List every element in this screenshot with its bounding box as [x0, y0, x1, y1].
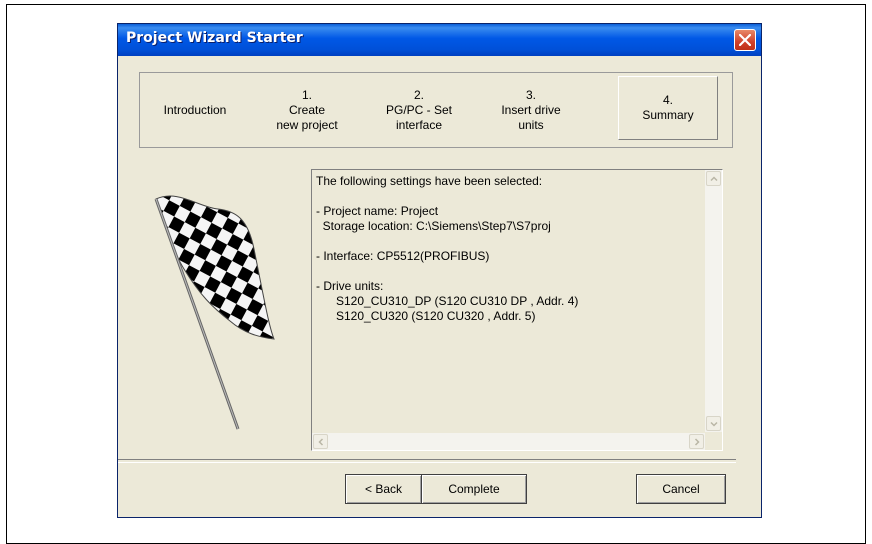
step-label: Summary — [642, 108, 694, 122]
step-label: Introduction — [163, 102, 227, 117]
drive-units-label: - Drive units: — [316, 279, 384, 293]
chevron-down-icon — [710, 421, 718, 427]
cancel-button[interactable]: Cancel — [636, 474, 726, 504]
checkered-flag-icon — [154, 195, 275, 430]
step-create-project: 1. Create new project — [252, 73, 362, 147]
scroll-down-button[interactable] — [706, 416, 721, 431]
chevron-up-icon — [710, 176, 718, 182]
project-name: - Project name: Project — [316, 204, 439, 218]
storage-location: Storage location: C:\Siemens\Step7\S7pro… — [316, 219, 551, 233]
summary-content: The following settings have been selecte… — [316, 174, 696, 324]
wizard-window: Project Wizard Starter Introduction 1. C… — [117, 23, 762, 518]
step-number: 4. — [662, 93, 673, 107]
scrollbar-corner — [705, 433, 722, 450]
step-label: PG/PC - Set interface — [385, 102, 453, 132]
scroll-right-button[interactable] — [689, 434, 704, 449]
step-number: 1. — [301, 87, 312, 102]
drive-unit-item: S120_CU310_DP (S120 CU310 DP , Addr. 4) — [336, 294, 579, 308]
step-insert-drive-units: 3. Insert drive units — [476, 73, 586, 147]
step-number: 3. — [525, 87, 536, 102]
scroll-left-button[interactable] — [313, 434, 328, 449]
interface-setting: - Interface: CP5512(PROFIBUS) — [316, 249, 490, 263]
close-icon — [739, 34, 751, 46]
chevron-right-icon — [694, 438, 700, 446]
window-title: Project Wizard Starter — [126, 30, 303, 46]
back-button[interactable]: < Back — [345, 474, 422, 504]
summary-heading: The following settings have been selecte… — [316, 174, 543, 188]
title-bar[interactable]: Project Wizard Starter — [118, 24, 761, 56]
complete-button[interactable]: Complete — [422, 474, 527, 504]
vertical-scrollbar[interactable] — [705, 170, 722, 432]
step-summary: 4. Summary — [618, 76, 718, 140]
scroll-up-button[interactable] — [706, 171, 721, 186]
horizontal-scrollbar[interactable] — [312, 433, 705, 450]
summary-panel[interactable]: The following settings have been selecte… — [311, 169, 723, 451]
drive-unit-item: S120_CU320 (S120 CU320 , Addr. 5) — [336, 309, 536, 323]
close-button[interactable] — [734, 29, 756, 51]
step-label: Insert drive units — [501, 102, 561, 132]
step-number: 2. — [413, 87, 424, 102]
step-introduction: Introduction — [140, 73, 250, 147]
wizard-steps: Introduction 1. Create new project 2. PG… — [139, 72, 733, 148]
chevron-left-icon — [318, 438, 324, 446]
separator — [118, 459, 736, 463]
step-set-interface: 2. PG/PC - Set interface — [364, 73, 474, 147]
step-label: Create new project — [276, 102, 338, 132]
